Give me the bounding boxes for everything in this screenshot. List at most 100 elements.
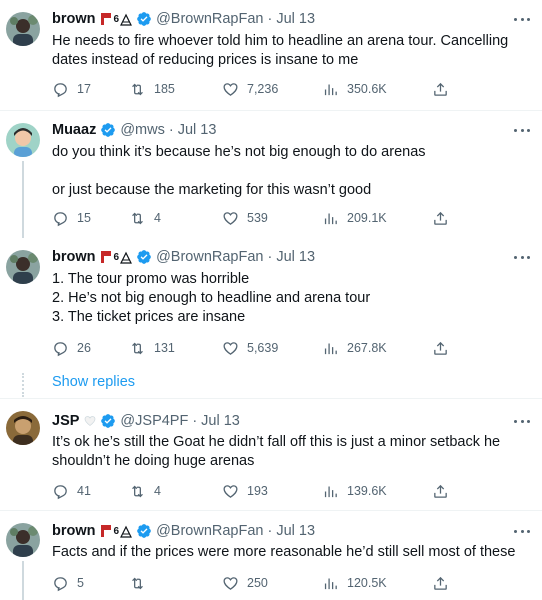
retweet-button[interactable]: 131	[129, 338, 175, 358]
view-count: 139.6K	[347, 484, 387, 498]
tweet-header: brown 6 @BrownRapFan · Jul 13	[52, 249, 316, 265]
more-options-icon[interactable]	[514, 124, 530, 136]
tweet[interactable]: JSP @JSP4PF · Jul 13 It’s ok he’s still …	[0, 399, 542, 510]
name-emoji: 6	[100, 12, 134, 26]
like-button[interactable]: 193	[222, 481, 268, 501]
more-options-icon[interactable]	[514, 13, 530, 25]
display-name[interactable]: brown	[52, 11, 96, 27]
views-button[interactable]: 350.6K	[322, 79, 387, 99]
retweet-button[interactable]	[129, 573, 154, 593]
retweet-icon	[132, 83, 143, 95]
avatar[interactable]	[6, 12, 40, 46]
reply-count: 17	[77, 82, 91, 96]
like-button[interactable]: 250	[222, 573, 268, 593]
timestamp[interactable]: Jul 13	[276, 523, 315, 539]
tweet-text: do you think it’s because he’s not big e…	[52, 144, 426, 198]
tweet[interactable]: Muaaz @mws · Jul 13 do you think it’s be…	[0, 111, 542, 238]
like-button[interactable]: 539	[222, 208, 268, 228]
share-button[interactable]	[432, 573, 457, 593]
avatar[interactable]	[6, 250, 40, 284]
share-button[interactable]	[432, 338, 457, 358]
share-button[interactable]	[432, 79, 457, 99]
views-button[interactable]: 209.1K	[322, 208, 387, 228]
tweet-actions: 41 4 193 139.6K	[52, 481, 452, 501]
retweet-count: 4	[154, 484, 161, 498]
tweet-actions: 5 250 120.5K	[52, 573, 452, 593]
timestamp[interactable]: Jul 13	[276, 249, 315, 265]
tweet[interactable]: brown 6 @BrownRapFan · Jul 13 1. The tou…	[0, 238, 542, 398]
tweet-text: He needs to fire whoever told him to hea…	[52, 33, 513, 68]
retweet-button[interactable]: 185	[129, 79, 175, 99]
user-handle[interactable]: @mws	[120, 122, 165, 138]
views-button[interactable]: 120.5K	[322, 573, 387, 593]
share-icon	[434, 484, 447, 498]
tweet[interactable]: brown 6 @BrownRapFan · Jul 13 Facts and …	[0, 511, 542, 600]
analytics-icon	[324, 213, 337, 224]
like-count: 539	[247, 211, 268, 225]
retweet-button[interactable]: 4	[129, 208, 161, 228]
view-count: 120.5K	[347, 576, 387, 590]
like-button[interactable]: 7,236	[222, 79, 278, 99]
tweet-text: Facts and if the prices were more reason…	[52, 544, 516, 560]
views-button[interactable]: 267.8K	[322, 338, 387, 358]
user-handle[interactable]: @BrownRapFan	[156, 11, 263, 27]
avatar[interactable]	[6, 123, 40, 157]
display-name[interactable]: brown	[52, 249, 96, 265]
white-heart-emoji-icon	[85, 416, 96, 426]
reply-button[interactable]: 17	[52, 79, 91, 99]
heart-icon	[223, 341, 238, 355]
views-button[interactable]: 139.6K	[322, 481, 387, 501]
user-handle[interactable]: @BrownRapFan	[156, 249, 263, 265]
analytics-icon	[324, 343, 337, 354]
timestamp[interactable]: Jul 13	[201, 413, 240, 429]
avatar[interactable]	[6, 411, 40, 445]
user-handle[interactable]: @JSP4PF	[120, 413, 188, 429]
tweet[interactable]: brown 6 @BrownRapFan · Jul 13 He needs t…	[0, 0, 542, 110]
more-options-icon[interactable]	[514, 525, 530, 537]
share-icon	[434, 576, 447, 590]
reply-icon	[54, 82, 67, 97]
share-button[interactable]	[432, 208, 457, 228]
reply-button[interactable]: 5	[52, 573, 84, 593]
like-button[interactable]: 5,639	[222, 338, 278, 358]
tweet-text: 1. The tour promo was horrible 2. He’s n…	[52, 271, 371, 325]
reply-button[interactable]: 15	[52, 208, 91, 228]
retweet-icon	[132, 212, 143, 224]
reply-button[interactable]: 41	[52, 481, 91, 501]
verified-badge-icon	[100, 413, 116, 429]
share-icon	[434, 82, 447, 96]
display-name[interactable]: JSP	[52, 413, 79, 429]
timestamp[interactable]: Jul 13	[178, 122, 217, 138]
display-name[interactable]: brown	[52, 523, 96, 539]
display-name[interactable]: Muaaz	[52, 122, 96, 138]
more-options-icon[interactable]	[514, 251, 530, 263]
share-button[interactable]	[432, 481, 457, 501]
retweet-icon	[132, 485, 143, 497]
view-count: 267.8K	[347, 341, 387, 355]
share-icon	[434, 341, 447, 355]
reply-icon	[54, 576, 67, 591]
verified-badge-icon	[136, 11, 152, 27]
show-replies-link[interactable]: Show replies	[52, 374, 135, 390]
reply-icon	[54, 211, 67, 226]
name-emoji: 6	[100, 250, 134, 264]
tweet-text: It’s ok he’s still the Goat he didn’t fa…	[52, 434, 505, 469]
like-count: 7,236	[247, 82, 279, 96]
more-options-icon[interactable]	[514, 415, 530, 427]
owl-emoji-icon	[120, 13, 133, 26]
avatar[interactable]	[6, 523, 40, 557]
reply-count: 15	[77, 211, 91, 225]
flag-emoji-icon	[100, 524, 112, 538]
reply-icon	[54, 484, 67, 499]
analytics-icon	[324, 486, 337, 497]
user-handle[interactable]: @BrownRapFan	[156, 523, 263, 539]
reply-count: 41	[77, 484, 91, 498]
timestamp[interactable]: Jul 13	[276, 11, 315, 27]
reply-icon	[54, 341, 67, 356]
reply-button[interactable]: 26	[52, 338, 91, 358]
owl-emoji-icon	[120, 251, 133, 264]
retweet-icon	[132, 342, 143, 354]
flag-emoji-icon	[100, 250, 112, 264]
retweet-button[interactable]: 4	[129, 481, 161, 501]
heart-icon	[223, 576, 238, 590]
